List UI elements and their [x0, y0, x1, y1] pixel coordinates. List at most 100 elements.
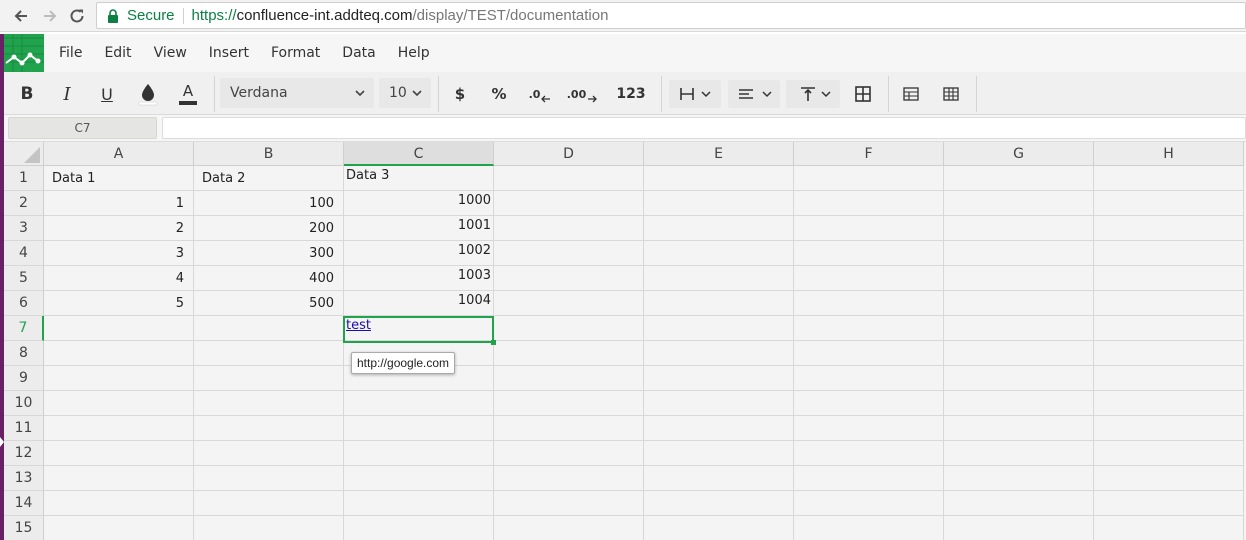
cell-e9[interactable]	[644, 366, 794, 391]
column-header-d[interactable]: D	[494, 142, 644, 166]
cell-c5[interactable]: 1003	[344, 266, 494, 291]
cell-g7[interactable]	[944, 316, 1094, 341]
cell-c10[interactable]	[344, 391, 494, 416]
cell-a13[interactable]	[44, 466, 194, 491]
cell-e15[interactable]	[644, 516, 794, 540]
forward-arrow-icon[interactable]	[38, 4, 62, 28]
freeze-rows-icon[interactable]	[898, 80, 924, 108]
cell-a8[interactable]	[44, 341, 194, 366]
cell-a15[interactable]	[44, 516, 194, 540]
reload-icon[interactable]	[65, 4, 89, 28]
cell-b10[interactable]	[194, 391, 344, 416]
cell-e11[interactable]	[644, 416, 794, 441]
cell-c11[interactable]	[344, 416, 494, 441]
menu-format[interactable]: Format	[271, 45, 320, 61]
cell-a5[interactable]: 4	[44, 266, 194, 291]
font-family-select[interactable]: Verdana	[220, 78, 374, 108]
cell-c14[interactable]	[344, 491, 494, 516]
row-header-15[interactable]: 15	[4, 516, 44, 540]
cell-h6[interactable]	[1094, 291, 1244, 316]
row-header-11[interactable]: 11	[4, 416, 44, 441]
column-header-h[interactable]: H	[1094, 142, 1244, 166]
cell-c2[interactable]: 1000	[344, 191, 494, 216]
row-header-14[interactable]: 14	[4, 491, 44, 516]
cell-h2[interactable]	[1094, 191, 1244, 216]
cell-d4[interactable]	[494, 241, 644, 266]
cell-g13[interactable]	[944, 466, 1094, 491]
italic-button[interactable]: I	[54, 80, 80, 108]
cell-c12[interactable]	[344, 441, 494, 466]
cell-a11[interactable]	[44, 416, 194, 441]
link-tooltip[interactable]: http://google.com	[351, 352, 456, 374]
cell-b11[interactable]	[194, 416, 344, 441]
cell-a9[interactable]	[44, 366, 194, 391]
cell-h12[interactable]	[1094, 441, 1244, 466]
cell-h8[interactable]	[1094, 341, 1244, 366]
address-bar[interactable]: Secure https://confluence-int.addteq.com…	[96, 2, 1246, 29]
cell-f4[interactable]	[794, 241, 944, 266]
cell-h15[interactable]	[1094, 516, 1244, 540]
cell-b5[interactable]: 400	[194, 266, 344, 291]
row-header-9[interactable]: 9	[4, 366, 44, 391]
cell-h1[interactable]	[1094, 166, 1244, 191]
font-size-select[interactable]: 10	[379, 78, 431, 108]
cell-b6[interactable]: 500	[194, 291, 344, 316]
cell-c1[interactable]: Data 3	[344, 166, 494, 191]
underline-button[interactable]: U	[94, 80, 120, 108]
cell-f8[interactable]	[794, 341, 944, 366]
menu-edit[interactable]: Edit	[104, 45, 131, 61]
cell-d7[interactable]	[494, 316, 644, 341]
row-header-1[interactable]: 1	[4, 166, 44, 191]
cell-d5[interactable]	[494, 266, 644, 291]
column-header-f[interactable]: F	[794, 142, 944, 166]
cell-g11[interactable]	[944, 416, 1094, 441]
cell-b13[interactable]	[194, 466, 344, 491]
cell-f3[interactable]	[794, 216, 944, 241]
cell-h10[interactable]	[1094, 391, 1244, 416]
cell-b3[interactable]: 200	[194, 216, 344, 241]
cell-b12[interactable]	[194, 441, 344, 466]
cell-h3[interactable]	[1094, 216, 1244, 241]
url-text[interactable]: https://confluence-int.addteq.com/displa…	[192, 7, 609, 24]
cell-e12[interactable]	[644, 441, 794, 466]
cell-a3[interactable]: 2	[44, 216, 194, 241]
cell-d2[interactable]	[494, 191, 644, 216]
cell-b2[interactable]: 100	[194, 191, 344, 216]
font-color-button[interactable]: A	[175, 80, 201, 108]
row-header-3[interactable]: 3	[4, 216, 44, 241]
cell-d1[interactable]	[494, 166, 644, 191]
cell-c3[interactable]: 1001	[344, 216, 494, 241]
cell-g1[interactable]	[944, 166, 1094, 191]
cell-d15[interactable]	[494, 516, 644, 540]
formula-input[interactable]	[162, 117, 1246, 139]
cell-b8[interactable]	[194, 341, 344, 366]
cell-c15[interactable]	[344, 516, 494, 540]
row-header-13[interactable]: 13	[4, 466, 44, 491]
cell-h9[interactable]	[1094, 366, 1244, 391]
cell-d14[interactable]	[494, 491, 644, 516]
cell-f15[interactable]	[794, 516, 944, 540]
cell-e4[interactable]	[644, 241, 794, 266]
cell-c7-link[interactable]: test	[344, 316, 494, 341]
cell-g10[interactable]	[944, 391, 1094, 416]
cell-e2[interactable]	[644, 191, 794, 216]
cell-g8[interactable]	[944, 341, 1094, 366]
cell-e6[interactable]	[644, 291, 794, 316]
cell-d6[interactable]	[494, 291, 644, 316]
cell-f5[interactable]	[794, 266, 944, 291]
row-header-2[interactable]: 2	[4, 191, 44, 216]
cell-a7[interactable]	[44, 316, 194, 341]
cell-a1[interactable]: Data 1	[44, 166, 194, 191]
cell-a6[interactable]: 5	[44, 291, 194, 316]
cell-h7[interactable]	[1094, 316, 1244, 341]
row-header-4[interactable]: 4	[4, 241, 44, 266]
decrease-decimal-button[interactable]: .0	[525, 80, 555, 108]
cell-b1[interactable]: Data 2	[194, 166, 344, 191]
cell-f6[interactable]	[794, 291, 944, 316]
cell-g2[interactable]	[944, 191, 1094, 216]
cell-h5[interactable]	[1094, 266, 1244, 291]
menu-view[interactable]: View	[154, 45, 187, 61]
cell-a10[interactable]	[44, 391, 194, 416]
back-arrow-icon[interactable]	[9, 4, 33, 28]
select-all-corner[interactable]	[4, 142, 44, 166]
